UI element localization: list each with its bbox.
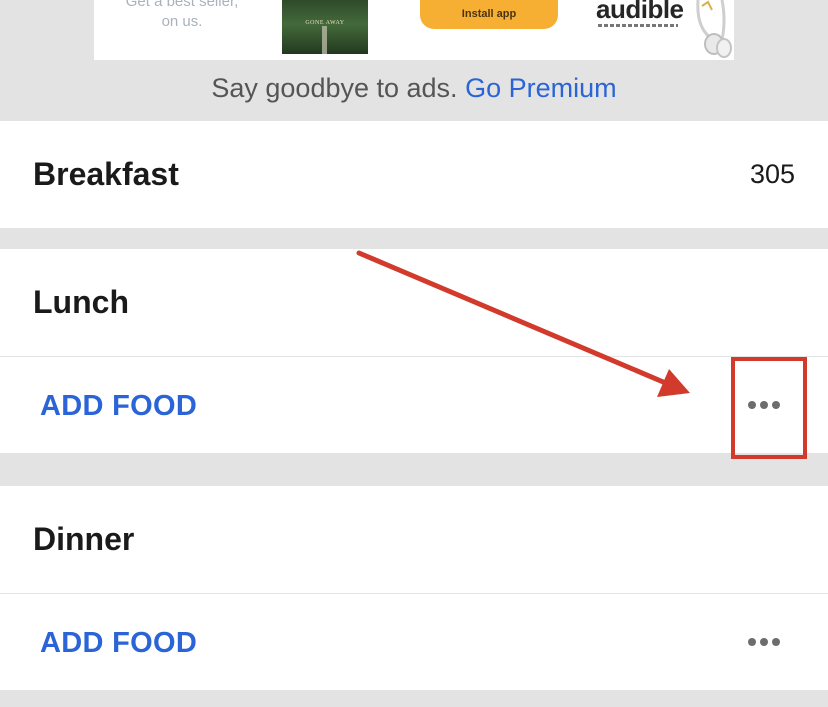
ad-text: Get a best seller, on us. bbox=[125, 0, 239, 30]
meal-title: Dinner bbox=[33, 521, 135, 557]
add-food-row-dinner: ADD FOOD bbox=[0, 594, 828, 690]
meal-section-dinner: Dinner ADD FOOD bbox=[0, 486, 828, 690]
headphones-icon bbox=[696, 0, 732, 58]
meal-header-breakfast[interactable]: Breakfast 305 bbox=[0, 121, 828, 228]
meal-header-lunch[interactable]: Lunch bbox=[0, 249, 828, 356]
meal-title: Breakfast bbox=[33, 156, 179, 192]
meal-section-lunch: Lunch ADD FOOD bbox=[0, 249, 828, 453]
add-food-button[interactable]: ADD FOOD bbox=[40, 357, 197, 455]
meal-section-breakfast: Breakfast 305 bbox=[0, 121, 828, 228]
ad-install-app-button[interactable]: Install app bbox=[420, 0, 558, 29]
go-premium-link[interactable]: Go Premium bbox=[465, 73, 617, 103]
ad-brand-tagline-shape bbox=[598, 24, 678, 27]
meal-title: Lunch bbox=[33, 284, 129, 320]
add-food-row-lunch: ADD FOOD bbox=[0, 357, 828, 453]
more-options-button[interactable] bbox=[743, 634, 785, 650]
more-options-button[interactable] bbox=[743, 397, 785, 413]
meal-calories: 305 bbox=[749, 159, 795, 189]
ad-brand-logo: audible bbox=[596, 0, 684, 24]
premium-upsell: Say goodbye to ads. Go Premium bbox=[0, 68, 828, 108]
ad-banner[interactable]: Get a best seller, on us. GONE AWAY Inst… bbox=[94, 0, 734, 60]
add-food-button[interactable]: ADD FOOD bbox=[40, 594, 197, 692]
ad-book-road-shape bbox=[322, 26, 327, 54]
diary-screen: Get a best seller, on us. GONE AWAY Inst… bbox=[0, 0, 828, 707]
premium-upsell-text: Say goodbye to ads. bbox=[211, 73, 458, 103]
meal-header-dinner[interactable]: Dinner bbox=[0, 486, 828, 593]
ad-book-cover-image: GONE AWAY bbox=[282, 0, 368, 54]
